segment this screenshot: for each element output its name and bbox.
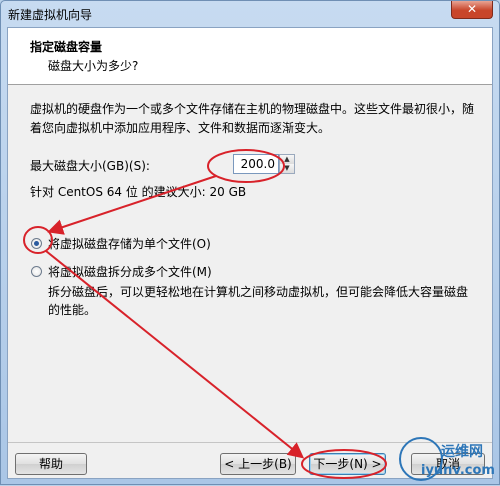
page-title: 指定磁盘容量 — [30, 40, 103, 54]
split-files-label: 将虚拟磁盘拆分成多个文件(M) — [48, 265, 212, 279]
radio-icon[interactable] — [31, 266, 42, 277]
page-subtitle: 磁盘大小为多少? — [48, 59, 139, 73]
split-files-option[interactable]: 将虚拟磁盘拆分成多个文件(M) — [31, 263, 212, 280]
single-file-label: 将虚拟磁盘存储为单个文件(O) — [48, 237, 211, 251]
wizard-window: 新建虚拟机向导 ✕ 指定磁盘容量 磁盘大小为多少? 虚拟机的硬盘作为一个或多个文… — [0, 0, 500, 485]
site-watermark: 运维网 iyunv.com — [399, 433, 499, 485]
wizard-header: 指定磁盘容量 磁盘大小为多少? — [8, 28, 492, 85]
window-title: 新建虚拟机向导 — [8, 8, 93, 22]
close-button[interactable]: ✕ — [451, 1, 493, 19]
watermark-line1: 运维网 — [441, 444, 483, 460]
watermark-line2: iyunv.com — [421, 463, 495, 478]
back-button[interactable]: < 上一步(B) — [220, 453, 296, 475]
max-size-label: 最大磁盘大小(GB)(S): — [30, 159, 150, 173]
title-bar[interactable]: 新建虚拟机向导 ✕ — [1, 1, 499, 27]
close-icon: ✕ — [466, 2, 478, 16]
single-file-option[interactable]: 将虚拟磁盘存储为单个文件(O) — [31, 235, 211, 252]
wizard-client: 指定磁盘容量 磁盘大小为多少? 虚拟机的硬盘作为一个或多个文件存储在主机的物理磁… — [7, 27, 493, 479]
max-size-input[interactable] — [233, 154, 279, 174]
split-help-text: 拆分磁盘后，可以更轻松地在计算机之间移动虚拟机，但可能会降低大容量磁盘的性能。 — [48, 285, 469, 317]
description-text: 虚拟机的硬盘作为一个或多个文件存储在主机的物理磁盘中。这些文件最初很小，随着您向… — [30, 102, 475, 135]
radio-icon-checked[interactable] — [31, 238, 42, 249]
recommended-size-text: 针对 CentOS 64 位 的建议大小: 20 GB — [30, 185, 247, 199]
next-button[interactable]: 下一步(N) > — [309, 453, 386, 475]
spin-down-icon[interactable]: ▼ — [280, 164, 294, 173]
help-button[interactable]: 帮助 — [15, 453, 87, 475]
max-size-spinner[interactable]: ▲ ▼ — [279, 154, 295, 174]
